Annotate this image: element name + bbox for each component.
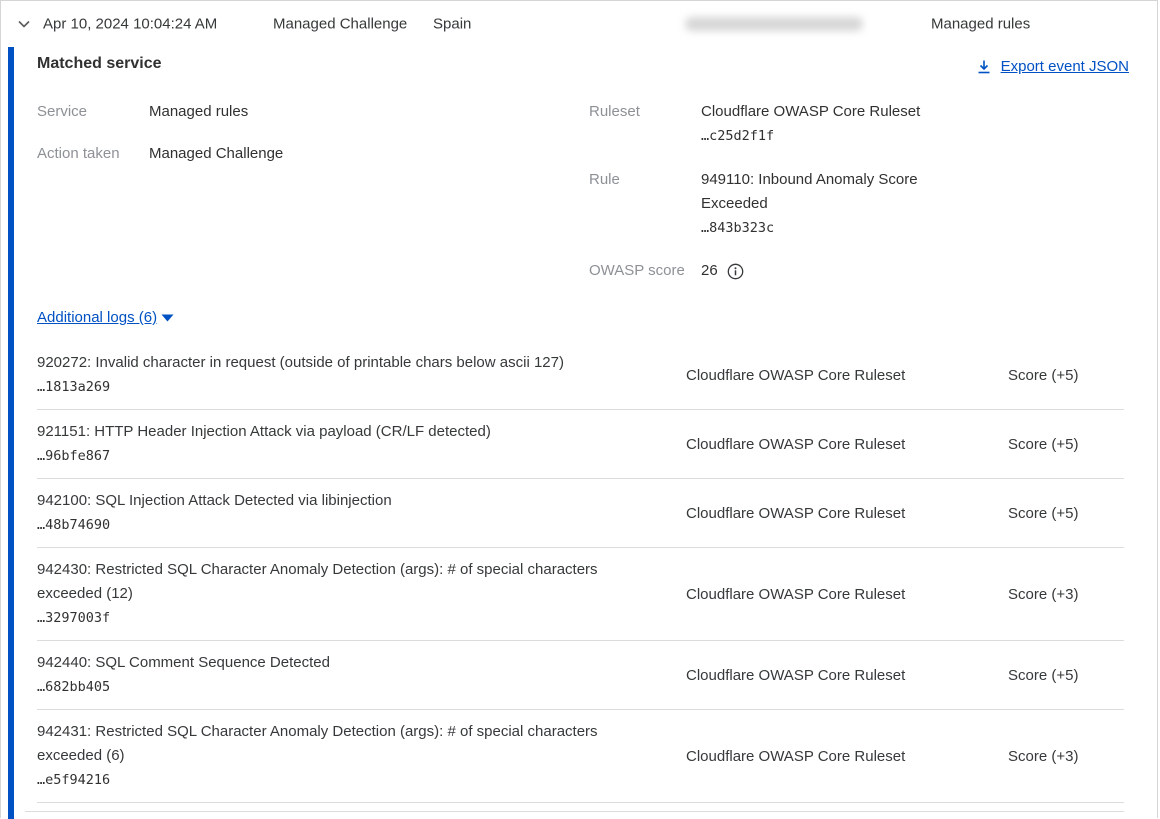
event-service: Managed rules	[931, 16, 1030, 33]
event-details-container: Apr 10, 2024 10:04:24 AM Managed Challen…	[0, 0, 1158, 818]
log-rule-title: 942440: SQL Comment Sequence Detected	[37, 651, 629, 675]
field-rule: Rule 949110: Inbound Anomaly Score Excee…	[589, 168, 946, 240]
additional-logs-label: Additional logs (6)	[37, 309, 157, 326]
panel-title: Matched service	[37, 55, 162, 73]
field-service: Service Managed rules	[37, 100, 248, 124]
field-rule-value: 949110: Inbound Anomaly Score Exceeded	[701, 168, 946, 216]
event-action: Managed Challenge	[273, 16, 407, 33]
event-country: Spain	[433, 16, 471, 33]
field-service-value: Managed rules	[149, 100, 248, 124]
log-ruleset: Cloudflare OWASP Core Ruleset	[686, 505, 1008, 522]
field-ruleset: Ruleset Cloudflare OWASP Core Ruleset …c…	[589, 100, 920, 148]
field-owasp-score-label: OWASP score	[589, 259, 701, 283]
event-timestamp: Apr 10, 2024 10:04:24 AM	[43, 16, 217, 33]
log-score: Score (+3)	[1008, 748, 1124, 765]
export-event-json-label: Export event JSON	[1001, 58, 1129, 75]
field-rule-id: …843b323c	[701, 216, 946, 240]
log-score: Score (+5)	[1008, 436, 1124, 453]
matched-service-panel: Matched service Export event JSON Servic…	[1, 47, 1157, 819]
log-ruleset: Cloudflare OWASP Core Ruleset	[686, 436, 1008, 453]
log-rule-title: 942430: Restricted SQL Character Anomaly…	[37, 558, 629, 606]
download-icon	[976, 59, 992, 75]
log-rule-id: …1813a269	[37, 375, 686, 399]
field-service-label: Service	[37, 100, 149, 124]
log-rule-id: …682bb405	[37, 675, 686, 699]
log-score: Score (+5)	[1008, 367, 1124, 384]
log-row: 942430: Restricted SQL Character Anomaly…	[37, 548, 1124, 641]
log-rule-title: 920272: Invalid character in request (ou…	[37, 351, 629, 375]
chevron-down-icon	[17, 17, 31, 31]
log-rule-id: …3297003f	[37, 606, 686, 630]
log-rule-id: …96bfe867	[37, 444, 686, 468]
log-ruleset: Cloudflare OWASP Core Ruleset	[686, 367, 1008, 384]
log-ruleset: Cloudflare OWASP Core Ruleset	[686, 667, 1008, 684]
field-action-taken-label: Action taken	[37, 142, 149, 166]
field-action-taken-value: Managed Challenge	[149, 142, 283, 166]
field-ruleset-id: …c25d2f1f	[701, 124, 920, 148]
triangle-down-icon	[161, 313, 174, 323]
log-rule-title: 942431: Restricted SQL Character Anomaly…	[37, 720, 629, 768]
log-rule-title: 942100: SQL Injection Attack Detected vi…	[37, 489, 629, 513]
additional-logs-table: 920272: Invalid character in request (ou…	[37, 341, 1124, 803]
field-owasp-score: OWASP score 26	[589, 259, 744, 283]
export-event-json-link[interactable]: Export event JSON	[976, 58, 1129, 75]
log-row: 920272: Invalid character in request (ou…	[37, 341, 1124, 410]
field-ruleset-value: Cloudflare OWASP Core Ruleset	[701, 100, 920, 124]
collapse-row-button[interactable]	[13, 13, 35, 35]
owasp-score-info-button[interactable]	[727, 263, 744, 280]
field-rule-label: Rule	[589, 168, 701, 192]
log-ruleset: Cloudflare OWASP Core Ruleset	[686, 748, 1008, 765]
log-row: 942440: SQL Comment Sequence Detected …6…	[37, 641, 1124, 710]
selected-row-accent-bar	[8, 47, 14, 819]
log-score: Score (+3)	[1008, 586, 1124, 603]
event-summary-row[interactable]: Apr 10, 2024 10:04:24 AM Managed Challen…	[1, 1, 1157, 47]
info-icon	[727, 263, 744, 280]
log-ruleset: Cloudflare OWASP Core Ruleset	[686, 586, 1008, 603]
panel-bottom-divider	[25, 811, 1124, 812]
log-score: Score (+5)	[1008, 505, 1124, 522]
field-action-taken: Action taken Managed Challenge	[37, 142, 283, 166]
log-rule-title: 921151: HTTP Header Injection Attack via…	[37, 420, 629, 444]
field-ruleset-label: Ruleset	[589, 100, 701, 124]
log-score: Score (+5)	[1008, 667, 1124, 684]
log-rule-id: …e5f94216	[37, 768, 686, 792]
log-rule-id: …48b74690	[37, 513, 686, 537]
field-owasp-score-value: 26	[701, 259, 718, 283]
log-row: 942100: SQL Injection Attack Detected vi…	[37, 479, 1124, 548]
log-row: 942431: Restricted SQL Character Anomaly…	[37, 710, 1124, 803]
redacted-host-value	[685, 17, 863, 31]
additional-logs-toggle[interactable]: Additional logs (6)	[37, 309, 174, 326]
log-row: 921151: HTTP Header Injection Attack via…	[37, 410, 1124, 479]
